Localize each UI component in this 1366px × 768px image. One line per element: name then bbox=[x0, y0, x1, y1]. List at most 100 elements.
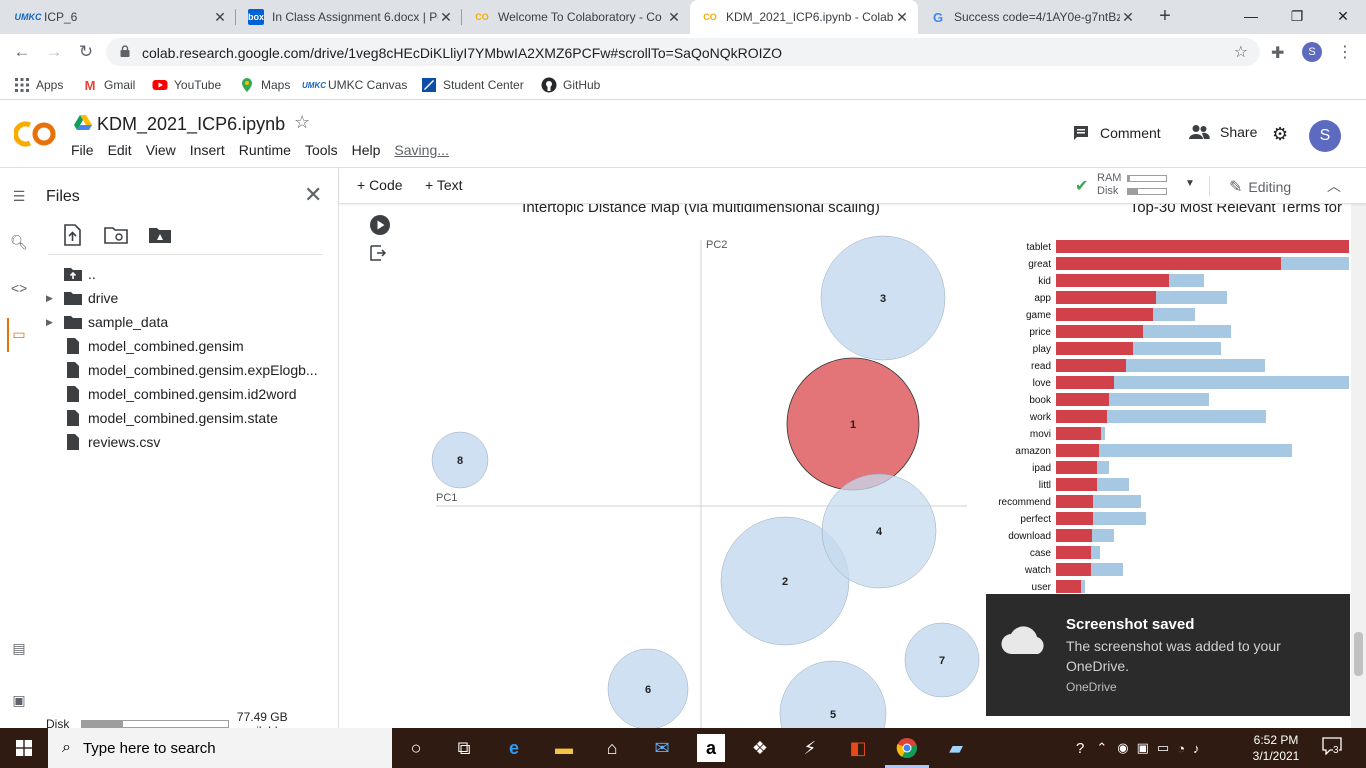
topic-bubble-1[interactable]: 1 bbox=[786, 357, 920, 491]
menu-view[interactable]: View bbox=[139, 142, 183, 158]
upload-file-icon[interactable] bbox=[60, 224, 84, 246]
editing-mode-button[interactable]: ✎ Editing bbox=[1229, 177, 1291, 197]
term-label[interactable]: book bbox=[1029, 395, 1052, 406]
add-code-button[interactable]: + Code bbox=[357, 177, 403, 193]
term-estimated-bar[interactable] bbox=[1056, 580, 1081, 593]
term-estimated-bar[interactable] bbox=[1056, 257, 1281, 270]
new-tab-button[interactable]: + bbox=[1154, 5, 1176, 27]
bookmark-star-icon[interactable]: ☆ bbox=[1234, 42, 1248, 62]
term-label[interactable]: user bbox=[1032, 582, 1052, 593]
snip-tool-icon[interactable]: ▰ bbox=[942, 734, 970, 762]
colab-logo-icon[interactable] bbox=[14, 120, 58, 148]
minimize-button[interactable]: — bbox=[1228, 0, 1274, 32]
browser-profile-avatar[interactable]: S bbox=[1302, 42, 1322, 62]
term-estimated-bar[interactable] bbox=[1056, 359, 1126, 372]
dropbox-icon[interactable]: ❖ bbox=[746, 734, 774, 762]
term-estimated-bar[interactable] bbox=[1056, 461, 1097, 474]
onedrive-toast[interactable]: Screenshot saved The screenshot was adde… bbox=[986, 594, 1350, 716]
term-label[interactable]: amazon bbox=[1015, 446, 1051, 457]
close-icon[interactable]: ✕ bbox=[438, 9, 454, 26]
term-label[interactable]: recommend bbox=[998, 497, 1051, 508]
office-icon[interactable]: ◧ bbox=[844, 734, 872, 762]
term-label[interactable]: work bbox=[1029, 412, 1052, 423]
extensions-puzzle-icon[interactable]: ✚ bbox=[1271, 43, 1284, 63]
reload-icon[interactable]: ↻ bbox=[76, 42, 96, 62]
maximize-button[interactable]: ❐ bbox=[1274, 0, 1320, 32]
code-snippets-icon[interactable]: <> bbox=[9, 280, 29, 300]
bookmark-apps[interactable]: Apps bbox=[14, 76, 63, 94]
term-estimated-bar[interactable] bbox=[1056, 563, 1091, 576]
window-close-button[interactable]: ✕ bbox=[1320, 0, 1366, 32]
term-label[interactable]: great bbox=[1028, 259, 1051, 270]
forward-arrow-icon[interactable]: → bbox=[44, 42, 64, 62]
term-estimated-bar[interactable] bbox=[1056, 478, 1097, 491]
terminal-icon[interactable]: ▣ bbox=[9, 692, 29, 712]
term-estimated-bar[interactable] bbox=[1056, 325, 1143, 338]
bookmark-maps[interactable]: Maps bbox=[239, 76, 290, 94]
menu-edit[interactable]: Edit bbox=[101, 142, 139, 158]
term-estimated-bar[interactable] bbox=[1056, 410, 1107, 423]
term-label[interactable]: ipad bbox=[1032, 463, 1051, 474]
chevron-down-icon[interactable]: ▼ bbox=[1185, 178, 1195, 189]
menu-tools[interactable]: Tools bbox=[298, 142, 345, 158]
tree-item-file[interactable]: reviews.csv bbox=[38, 430, 338, 454]
term-label[interactable]: app bbox=[1034, 293, 1051, 304]
omnibox[interactable]: colab.research.google.com/drive/1veg8cHE… bbox=[106, 38, 1260, 66]
refresh-folder-icon[interactable] bbox=[104, 224, 128, 246]
menu-runtime[interactable]: Runtime bbox=[232, 142, 298, 158]
term-label[interactable]: perfect bbox=[1020, 514, 1051, 525]
expand-caret-icon[interactable]: ▶ bbox=[46, 317, 58, 328]
term-label[interactable]: watch bbox=[1024, 565, 1051, 576]
term-estimated-bar[interactable] bbox=[1056, 495, 1093, 508]
term-estimated-bar[interactable] bbox=[1056, 274, 1169, 287]
tree-item-parent[interactable]: .. bbox=[38, 262, 338, 286]
help-icon[interactable]: ? bbox=[1076, 740, 1084, 757]
tree-item-sample-data[interactable]: ▶ sample_data bbox=[38, 310, 338, 334]
tree-item-drive[interactable]: ▶ drive bbox=[38, 286, 338, 310]
tree-item-file[interactable]: model_combined.gensim.expElogb... bbox=[38, 358, 338, 382]
file-explorer-icon[interactable]: ▬ bbox=[550, 734, 578, 762]
system-clock[interactable]: 6:52 PM 3/1/2021 bbox=[1240, 732, 1312, 764]
term-estimated-bar[interactable] bbox=[1056, 291, 1156, 304]
taskbar-search[interactable]: ⌕ Type here to search bbox=[48, 728, 392, 768]
browser-menu-icon[interactable]: ⋮ bbox=[1337, 42, 1353, 62]
ram-disk-indicator[interactable]: RAM Disk bbox=[1097, 172, 1168, 198]
bookmark-youtube[interactable]: YouTube bbox=[152, 76, 221, 94]
term-label[interactable]: game bbox=[1026, 310, 1051, 321]
term-estimated-bar[interactable] bbox=[1056, 308, 1153, 321]
term-label[interactable]: download bbox=[1008, 531, 1051, 542]
term-label[interactable]: littl bbox=[1039, 480, 1051, 491]
bookmark-gmail[interactable]: M Gmail bbox=[82, 76, 136, 94]
tree-item-file[interactable]: model_combined.gensim.state bbox=[38, 406, 338, 430]
topic-bubble-4[interactable]: 4 bbox=[821, 473, 937, 589]
close-icon[interactable]: ✕ bbox=[894, 9, 910, 26]
term-label[interactable]: kid bbox=[1038, 276, 1051, 287]
close-icon[interactable]: ✕ bbox=[666, 9, 682, 26]
search-icon[interactable]: 🔍︎ bbox=[9, 234, 29, 254]
url-text[interactable]: colab.research.google.com/drive/1veg8cHE… bbox=[142, 45, 782, 61]
share-button[interactable]: Share bbox=[1188, 124, 1257, 140]
menu-file[interactable]: File bbox=[64, 142, 101, 158]
task-view-icon[interactable]: ⧉ bbox=[450, 734, 478, 762]
close-icon[interactable]: ✕ bbox=[212, 9, 228, 26]
term-estimated-bar[interactable] bbox=[1056, 393, 1109, 406]
edge-icon[interactable]: e bbox=[500, 734, 528, 762]
cortana-icon[interactable]: ○ bbox=[402, 734, 430, 762]
topic-bubble-6[interactable]: 6 bbox=[607, 648, 689, 728]
term-estimated-bar[interactable] bbox=[1056, 342, 1133, 355]
battery-icon[interactable]: ▭ bbox=[1157, 740, 1169, 756]
notebook-scrollbar[interactable] bbox=[1351, 204, 1366, 728]
amazon-icon[interactable]: a bbox=[697, 734, 725, 762]
term-label[interactable]: movi bbox=[1030, 429, 1051, 440]
microsoft-store-icon[interactable]: ⌂ bbox=[598, 734, 626, 762]
tab-welcome-colab[interactable]: CO Welcome To Colaboratory - Co ✕ bbox=[462, 0, 690, 34]
chrome-icon[interactable] bbox=[893, 734, 921, 762]
tab-icp6[interactable]: UMKC ICP_6 ✕ bbox=[8, 0, 236, 34]
term-label[interactable]: case bbox=[1030, 548, 1052, 559]
menu-help[interactable]: Help bbox=[345, 142, 388, 158]
action-center-button[interactable]: 3 bbox=[1322, 737, 1346, 759]
close-icon[interactable]: ✕ bbox=[304, 182, 322, 208]
term-label[interactable]: price bbox=[1029, 327, 1051, 338]
tree-item-file[interactable]: model_combined.gensim bbox=[38, 334, 338, 358]
term-label[interactable]: tablet bbox=[1027, 242, 1052, 253]
